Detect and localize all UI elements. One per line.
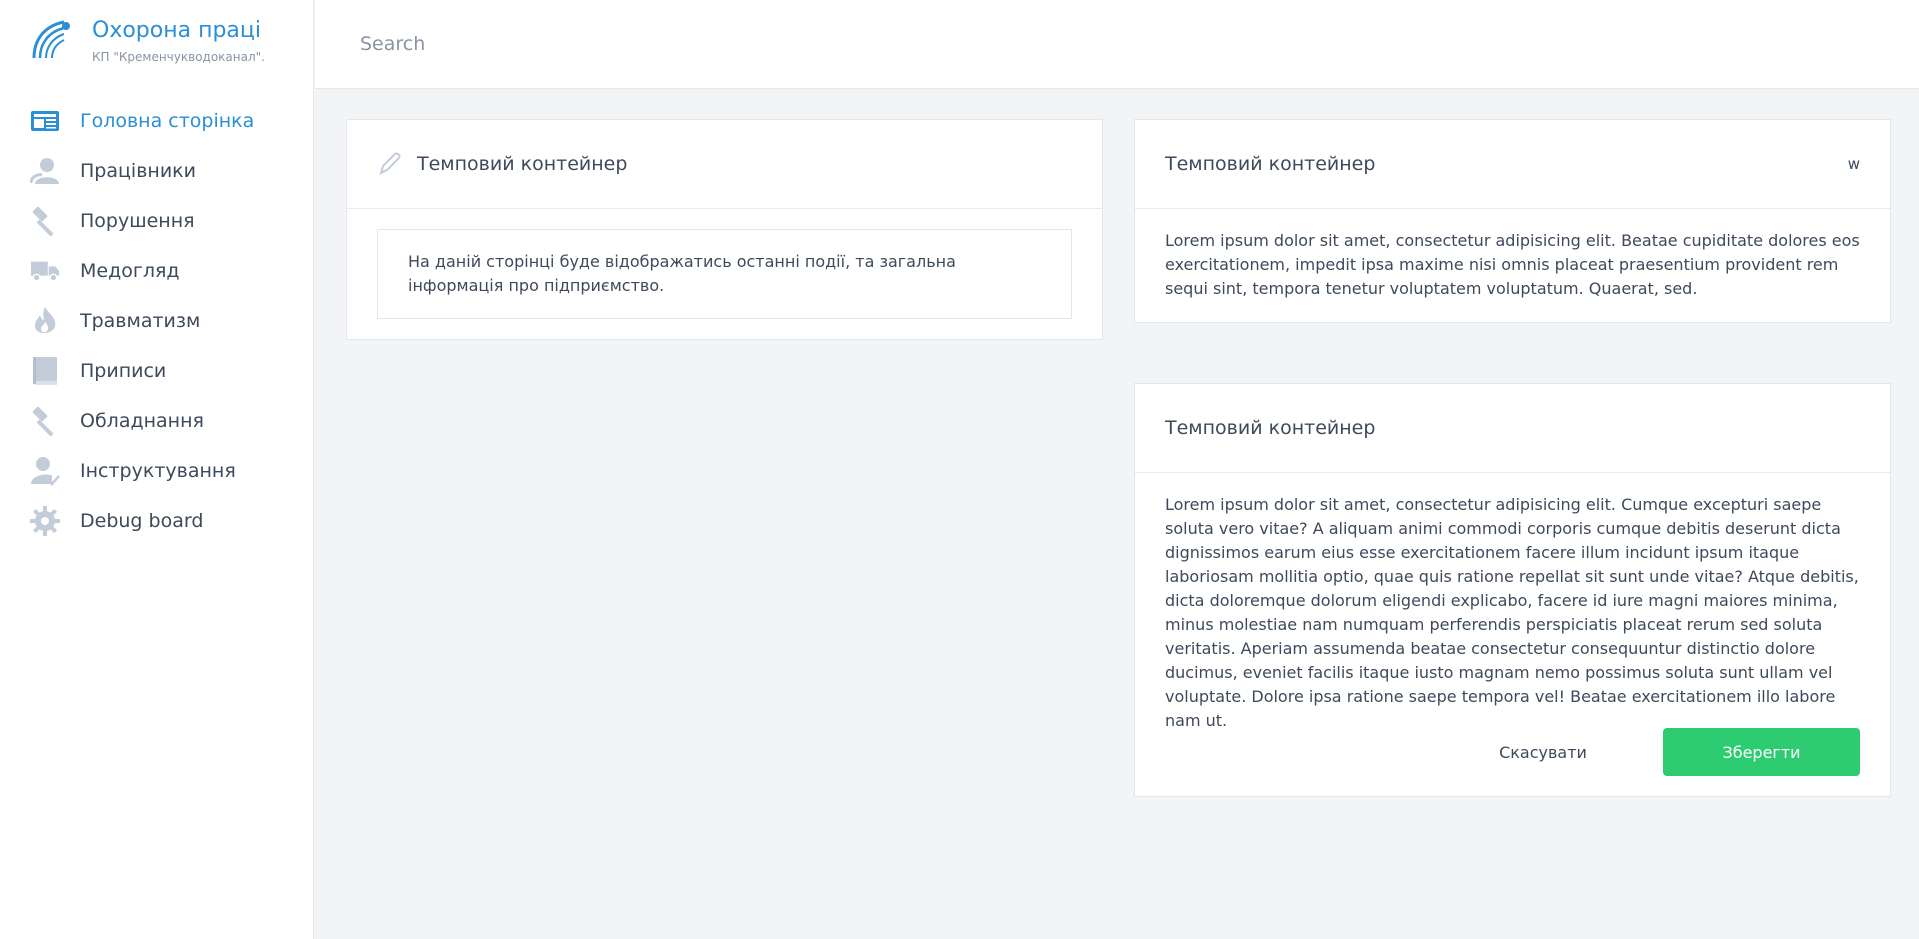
sidebar-item-label: Травматизм	[80, 310, 201, 332]
hammer-icon	[30, 206, 60, 236]
logo-icon	[32, 20, 70, 59]
users-icon	[30, 156, 60, 186]
sidebar-nav: Головна сторінка Працівники Порушення Ме…	[0, 96, 314, 546]
cancel-button[interactable]: Скасувати	[1463, 728, 1623, 776]
sidebar-item-debug[interactable]: Debug board	[0, 496, 314, 546]
card-text: Lorem ipsum dolor sit amet, consectetur …	[1165, 231, 1860, 298]
card-header: Темповий контейнер	[347, 120, 1102, 209]
newspaper-icon	[30, 106, 60, 136]
sidebar-item-label: Debug board	[80, 510, 204, 532]
pencil-icon	[379, 152, 401, 175]
short-card: Темповий контейнер w Lorem ipsum dolor s…	[1134, 119, 1891, 323]
sidebar-item-label: Медогляд	[80, 260, 180, 282]
brand-subtitle: КП "Кременчукводоканал".	[92, 50, 265, 64]
card-title: Темповий контейнер	[1165, 417, 1376, 439]
sidebar-item-label: Приписи	[80, 360, 167, 382]
card-header: Темповий контейнер w	[1135, 120, 1890, 209]
save-button[interactable]: Зберегти	[1663, 728, 1860, 776]
sidebar-item-home[interactable]: Головна сторінка	[0, 96, 314, 146]
brand[interactable]: Охорона праці КП "Кременчукводоканал".	[30, 18, 265, 64]
sidebar-item-orders[interactable]: Приписи	[0, 346, 314, 396]
book-icon	[30, 356, 60, 386]
sidebar-item-employees[interactable]: Працівники	[0, 146, 314, 196]
search-input[interactable]	[360, 26, 960, 62]
sidebar-item-violations[interactable]: Порушення	[0, 196, 314, 246]
sidebar-item-label: Працівники	[80, 160, 196, 182]
user-check-icon	[30, 456, 60, 486]
gear-icon	[30, 506, 60, 536]
sidebar-item-label: Обладнання	[80, 410, 204, 432]
brand-title: Охорона праці	[92, 18, 261, 43]
card-title: Темповий контейнер	[417, 153, 628, 175]
sidebar: Охорона праці КП "Кременчукводоканал". Г…	[0, 0, 314, 939]
card-body: На даній сторінці буде відображатись ост…	[347, 209, 1102, 339]
sidebar-item-label: Порушення	[80, 210, 195, 232]
topbar	[315, 0, 1919, 89]
truck-icon	[30, 256, 60, 286]
sidebar-item-label: Інструктування	[80, 460, 236, 482]
card-title: Темповий контейнер	[1165, 153, 1376, 175]
fire-icon	[30, 306, 60, 336]
hammer-icon	[30, 406, 60, 436]
card-text: Lorem ipsum dolor sit amet, consectetur …	[1165, 495, 1859, 730]
sidebar-item-medical[interactable]: Медогляд	[0, 246, 314, 296]
form-card: Темповий контейнер Lorem ipsum dolor sit…	[1134, 383, 1891, 797]
info-text: На даній сторінці буде відображатись ост…	[377, 229, 1072, 319]
card-badge[interactable]: w	[1848, 155, 1860, 173]
card-header: Темповий контейнер	[1135, 384, 1890, 473]
sidebar-item-briefing[interactable]: Інструктування	[0, 446, 314, 496]
info-card: Темповий контейнер На даній сторінці буд…	[346, 119, 1103, 340]
sidebar-item-equipment[interactable]: Обладнання	[0, 396, 314, 446]
sidebar-item-label: Головна сторінка	[80, 110, 255, 132]
form-actions: Скасувати Зберегти	[1463, 728, 1860, 776]
sidebar-item-injuries[interactable]: Травматизм	[0, 296, 314, 346]
